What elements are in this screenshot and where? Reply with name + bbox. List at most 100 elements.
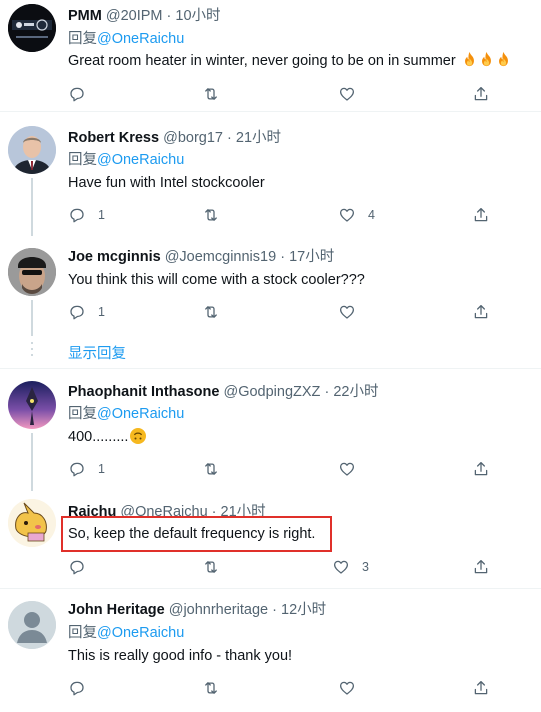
mention-link[interactable]: @OneRaichu	[97, 406, 184, 422]
raichu-avatar-image	[8, 499, 56, 547]
author-name[interactable]: Robert Kress	[68, 130, 159, 146]
fire-emoji-icon	[498, 51, 508, 67]
reply-button[interactable]: 1	[68, 302, 105, 322]
tweet-time[interactable]: 10小时	[175, 8, 220, 24]
share-icon	[474, 207, 488, 222]
tweet-joe-mcginnis[interactable]: Joe mcginnis @Joemcginnis19 · 17小时 You t…	[0, 236, 541, 336]
share-button[interactable]	[472, 302, 490, 322]
reply-prefix: 回复	[68, 406, 97, 422]
like-button[interactable]	[338, 302, 368, 322]
author-handle[interactable]: @20IPM	[106, 8, 163, 24]
tweet-time[interactable]: 22小时	[333, 384, 378, 400]
tweet-john-heritage[interactable]: John Heritage @johnrheritage · 12小时 回复@O…	[0, 589, 541, 712]
share-button[interactable]	[472, 205, 490, 225]
share-icon	[474, 461, 488, 476]
avatar[interactable]	[8, 499, 56, 547]
tweet-text: You think this will come with a stock co…	[68, 272, 365, 288]
reply-icon	[70, 462, 84, 477]
like-button[interactable]: 3	[332, 557, 369, 577]
author-name[interactable]: John Heritage	[68, 602, 165, 618]
author-name[interactable]: Joe mcginnis	[68, 249, 161, 265]
tweet-actions: 1	[68, 459, 498, 479]
author-handle[interactable]: @GodpingZXZ	[223, 384, 320, 400]
like-button[interactable]	[338, 678, 368, 698]
fire-emoji-icon	[481, 51, 491, 67]
mention-link[interactable]: @OneRaichu	[97, 625, 184, 641]
retweet-icon	[205, 682, 217, 694]
author-handle[interactable]: @johnrheritage	[169, 602, 268, 618]
reply-button[interactable]	[68, 557, 98, 577]
retweet-button[interactable]	[202, 302, 232, 322]
share-button[interactable]	[472, 459, 490, 479]
author-name[interactable]: PMM	[68, 8, 102, 24]
retweet-button[interactable]	[202, 205, 232, 225]
mention-link[interactable]: @OneRaichu	[97, 31, 184, 47]
share-button[interactable]	[472, 84, 490, 104]
retweet-button[interactable]	[202, 678, 232, 698]
reply-button[interactable]	[68, 84, 98, 104]
reply-icon	[70, 305, 84, 320]
retweet-button[interactable]	[202, 459, 232, 479]
share-button[interactable]	[472, 678, 490, 698]
retweet-icon	[205, 306, 217, 318]
retweet-icon	[205, 561, 217, 573]
tweet-header: Phaophanit Inthasone @GodpingZXZ · 22小时	[68, 383, 378, 402]
reply-count: 1	[98, 462, 105, 476]
tweet-text: Great room heater in winter, never going…	[68, 51, 511, 71]
tweet-text: 400.........	[68, 428, 147, 447]
share-icon	[474, 559, 488, 574]
avatar[interactable]	[8, 248, 56, 296]
retweet-icon	[205, 209, 217, 221]
retweet-icon	[205, 88, 217, 100]
tweet-text-content: Great room heater in winter, never going…	[68, 53, 456, 69]
separator-dot: ·	[166, 8, 172, 24]
heart-icon	[339, 305, 355, 319]
tweet-time[interactable]: 17小时	[289, 249, 334, 265]
replying-to: 回复@OneRaichu	[68, 405, 184, 424]
tweet-time[interactable]: 21小时	[236, 130, 281, 146]
heart-icon	[333, 560, 349, 574]
separator-dot: ·	[227, 130, 232, 146]
share-button[interactable]	[472, 557, 490, 577]
robert-avatar-image	[8, 126, 56, 174]
heart-icon	[339, 462, 355, 476]
author-name[interactable]: Phaophanit Inthasone	[68, 384, 219, 400]
tweet-actions: 1	[68, 302, 498, 322]
like-button[interactable]	[338, 459, 368, 479]
reply-button[interactable]: 1	[68, 459, 105, 479]
tweet-header: PMM @20IPM · 10小时	[68, 7, 221, 26]
fire-emoji-icon	[464, 51, 474, 67]
tweet-text: Have fun with Intel stockcooler	[68, 175, 265, 191]
tweet-actions	[68, 84, 498, 104]
thread-line	[31, 178, 33, 236]
reply-button[interactable]: 1	[68, 205, 105, 225]
avatar[interactable]	[8, 126, 56, 174]
tweet-text: This is really good info - thank you!	[68, 648, 293, 664]
phaophanit-avatar-image	[8, 381, 56, 429]
default-avatar-icon	[8, 601, 56, 649]
tweet-header: John Heritage @johnrheritage · 12小时	[68, 601, 326, 620]
heart-icon	[339, 208, 355, 222]
mention-link[interactable]: @OneRaichu	[97, 152, 184, 168]
like-button[interactable]	[338, 84, 368, 104]
show-replies-link[interactable]: 显示回复	[68, 342, 126, 363]
retweet-button[interactable]	[202, 84, 232, 104]
retweet-button[interactable]	[202, 557, 232, 577]
reply-icon	[70, 208, 84, 223]
avatar[interactable]	[8, 601, 56, 649]
reply-icon	[70, 681, 84, 696]
reply-button[interactable]	[68, 678, 98, 698]
tweet-robert-kress[interactable]: Robert Kress @borg17 · 21小时 回复@OneRaichu…	[0, 112, 541, 236]
replying-to: 回复@OneRaichu	[68, 30, 184, 49]
author-handle[interactable]: @borg17	[163, 130, 223, 146]
heart-icon	[339, 87, 355, 101]
like-button[interactable]: 4	[338, 205, 375, 225]
tweet-pmm[interactable]: PMM @20IPM · 10小时 回复@OneRaichu Great roo…	[0, 0, 541, 111]
avatar[interactable]	[8, 4, 56, 52]
tweet-raichu[interactable]: Raichu @OneRaichu · 21小时 So, keep the de…	[0, 491, 541, 588]
tweet-time[interactable]: 12小时	[281, 602, 326, 618]
reply-icon	[70, 87, 84, 102]
author-handle[interactable]: @Joemcginnis19	[165, 249, 276, 265]
avatar[interactable]	[8, 381, 56, 429]
tweet-phaophanit[interactable]: Phaophanit Inthasone @GodpingZXZ · 22小时 …	[0, 369, 541, 491]
